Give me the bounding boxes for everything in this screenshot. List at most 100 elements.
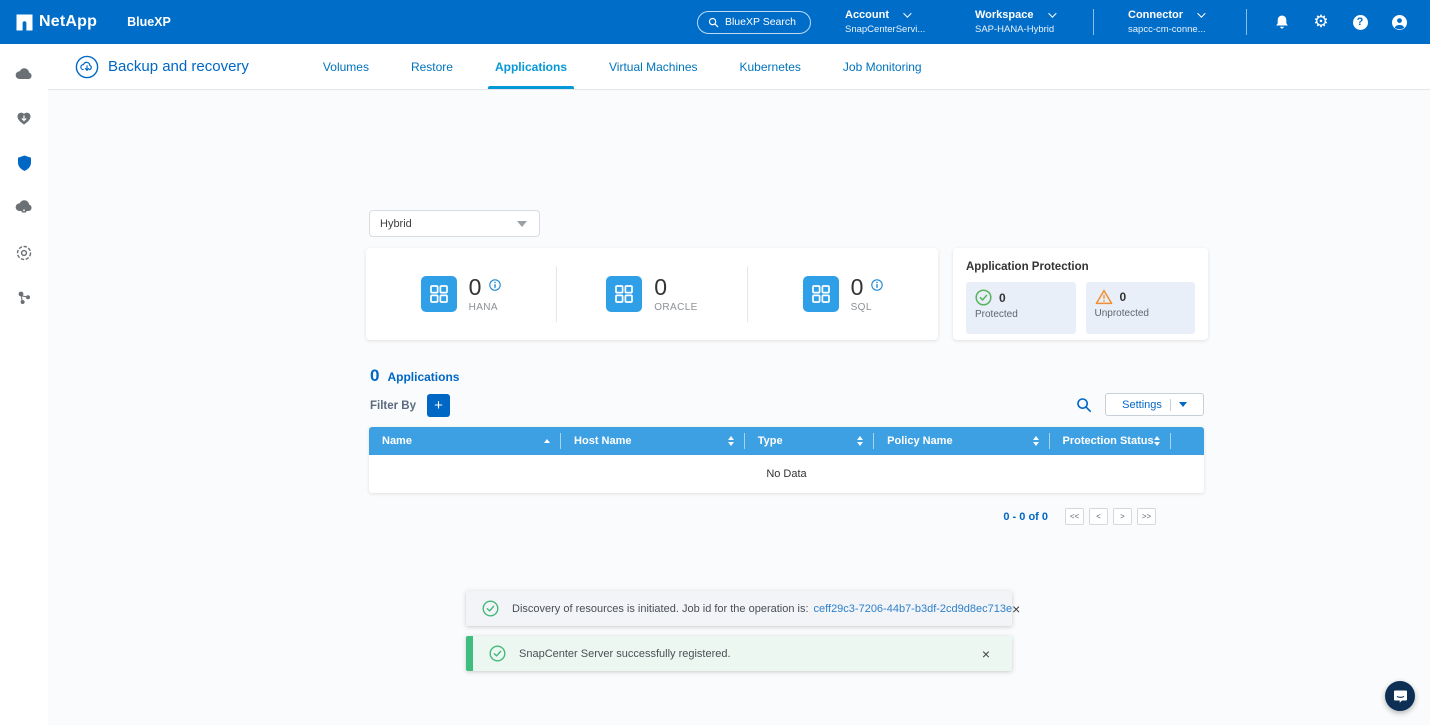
check-circle-icon: [975, 289, 992, 306]
sidebar-item-storage-cloud-icon[interactable]: [15, 64, 33, 82]
tab-virtual-machines[interactable]: Virtual Machines: [588, 44, 719, 89]
application-protection-title: Application Protection: [966, 261, 1195, 273]
sort-icon[interactable]: [1154, 436, 1160, 446]
brand-name: NetApp: [39, 13, 97, 31]
chevron-down-icon: [517, 221, 527, 227]
hana-count: 0: [469, 276, 482, 299]
filter-by-label: Filter By: [370, 400, 416, 412]
hana-summary-tile: 0 HANA: [366, 276, 556, 313]
connector-label: Connector: [1128, 9, 1183, 21]
bluexp-search[interactable]: BlueXP Search: [697, 11, 811, 34]
column-header-type[interactable]: Type: [745, 433, 874, 449]
unprotected-box: 0 Unprotected: [1086, 282, 1196, 334]
sidebar-item-observability-icon[interactable]: [15, 244, 33, 262]
service-tabs: Volumes Restore Applications Virtual Mac…: [302, 44, 943, 89]
sort-icon[interactable]: [857, 436, 863, 446]
account-value: SnapCenterServi...: [845, 24, 941, 35]
settings-button-label: Settings: [1122, 399, 1162, 411]
applications-list-header: 0 Applications: [370, 366, 459, 386]
column-header-protection-status[interactable]: Protection Status: [1050, 433, 1171, 449]
bluexp-app-window: NetApp BlueXP BlueXP Search Account Snap…: [0, 0, 1430, 725]
oracle-label: ORACLE: [654, 302, 698, 313]
filter-row: Filter By +: [370, 394, 450, 417]
sidebar-item-health-icon[interactable]: [15, 109, 33, 127]
unprotected-label: Unprotected: [1095, 308, 1187, 319]
account-menu[interactable]: Account SnapCenterServi...: [845, 9, 941, 35]
chevron-down-icon: [903, 9, 911, 17]
workspace-menu[interactable]: Workspace SAP-HANA-Hybrid: [975, 9, 1071, 35]
hana-label: HANA: [469, 302, 502, 313]
workspace-value: SAP-HANA-Hybrid: [975, 24, 1071, 35]
close-icon[interactable]: ×: [1012, 602, 1020, 616]
tab-kubernetes[interactable]: Kubernetes: [719, 44, 822, 89]
sql-label: SQL: [851, 302, 884, 313]
settings-button[interactable]: Settings: [1105, 393, 1204, 416]
chevron-down-icon: [1048, 9, 1056, 17]
first-page-button[interactable]: <<: [1065, 508, 1084, 525]
next-page-button[interactable]: >: [1113, 508, 1132, 525]
sort-asc-icon[interactable]: [544, 439, 550, 443]
tab-applications[interactable]: Applications: [474, 44, 588, 89]
registration-toast: SnapCenter Server successfully registere…: [466, 636, 1012, 671]
sort-icon[interactable]: [1033, 436, 1039, 446]
environment-select-value: Hybrid: [380, 218, 412, 230]
applications-label: Applications: [387, 370, 459, 384]
tab-job-monitoring[interactable]: Job Monitoring: [822, 44, 943, 89]
service-nav: Backup and recovery Volumes Restore Appl…: [48, 44, 1430, 90]
oracle-summary-tile: 0 ORACLE: [557, 276, 747, 313]
table-search-icon[interactable]: [1076, 397, 1092, 413]
connector-menu[interactable]: Connector sapcc-cm-conne...: [1128, 9, 1224, 35]
last-page-button[interactable]: >>: [1137, 508, 1156, 525]
settings-gear-icon[interactable]: ⚙: [1312, 13, 1330, 31]
column-header-host-name[interactable]: Host Name: [561, 433, 745, 449]
chat-launcher-button[interactable]: [1385, 681, 1415, 711]
notifications-bell-icon[interactable]: [1273, 13, 1291, 31]
protected-box: 0 Protected: [966, 282, 1076, 334]
success-check-icon: [482, 600, 499, 617]
column-header-name[interactable]: Name: [369, 433, 561, 449]
warning-triangle-icon: [1095, 289, 1113, 305]
app-grid-icon: [606, 276, 642, 312]
info-icon[interactable]: [871, 278, 883, 296]
netapp-logo[interactable]: NetApp: [16, 13, 97, 31]
help-icon[interactable]: ?: [1351, 13, 1369, 31]
discovery-toast: Discovery of resources is initiated. Job…: [466, 591, 1012, 626]
backup-recovery-icon: [75, 55, 99, 79]
table-header-row: Name Host Name Type Policy Name Protecti…: [369, 427, 1204, 455]
search-label: BlueXP Search: [725, 16, 796, 28]
account-label: Account: [845, 9, 889, 21]
main-content: Hybrid 0: [48, 90, 1430, 725]
user-profile-icon[interactable]: [1390, 13, 1408, 31]
tab-volumes[interactable]: Volumes: [302, 44, 390, 89]
applications-count: 0: [370, 366, 379, 386]
sidebar-item-extensions-nodes-icon[interactable]: [15, 289, 33, 307]
applications-summary-card: 0 HANA: [366, 248, 938, 340]
toast-message: Discovery of resources is initiated. Job…: [512, 603, 809, 615]
column-header-policy-name[interactable]: Policy Name: [874, 433, 1049, 449]
chat-bubble-icon: [1393, 689, 1408, 704]
service-title: Backup and recovery: [108, 58, 249, 75]
sidebar-item-protection-shield-icon[interactable]: [15, 154, 33, 172]
left-sidebar: [0, 44, 48, 725]
service-badge: Backup and recovery: [75, 55, 249, 79]
close-icon[interactable]: ×: [982, 647, 990, 661]
connector-value: sapcc-cm-conne...: [1128, 24, 1224, 35]
tab-restore[interactable]: Restore: [390, 44, 474, 89]
settings-divider: [1170, 399, 1171, 411]
environment-select[interactable]: Hybrid: [369, 210, 540, 237]
oracle-count: 0: [654, 276, 667, 299]
sort-icon[interactable]: [728, 436, 734, 446]
previous-page-button[interactable]: <: [1089, 508, 1108, 525]
table-empty-state: No Data: [369, 455, 1204, 493]
list-tools: Settings: [1076, 393, 1204, 416]
job-id-link[interactable]: ceff29c3-7206-44b7-b3df-2cd9d8ec713e: [814, 603, 1013, 615]
workspace-label: Workspace: [975, 9, 1034, 21]
sidebar-item-governance-cloud-icon[interactable]: [15, 199, 33, 217]
pagination-range: 0 - 0 of 0: [1003, 511, 1048, 523]
applications-table: Name Host Name Type Policy Name Protecti…: [369, 427, 1204, 493]
app-grid-icon: [421, 276, 457, 312]
add-filter-button[interactable]: +: [427, 394, 450, 417]
product-name: BlueXP: [127, 15, 171, 29]
info-icon[interactable]: [489, 278, 501, 296]
topbar-divider: [1093, 9, 1094, 35]
